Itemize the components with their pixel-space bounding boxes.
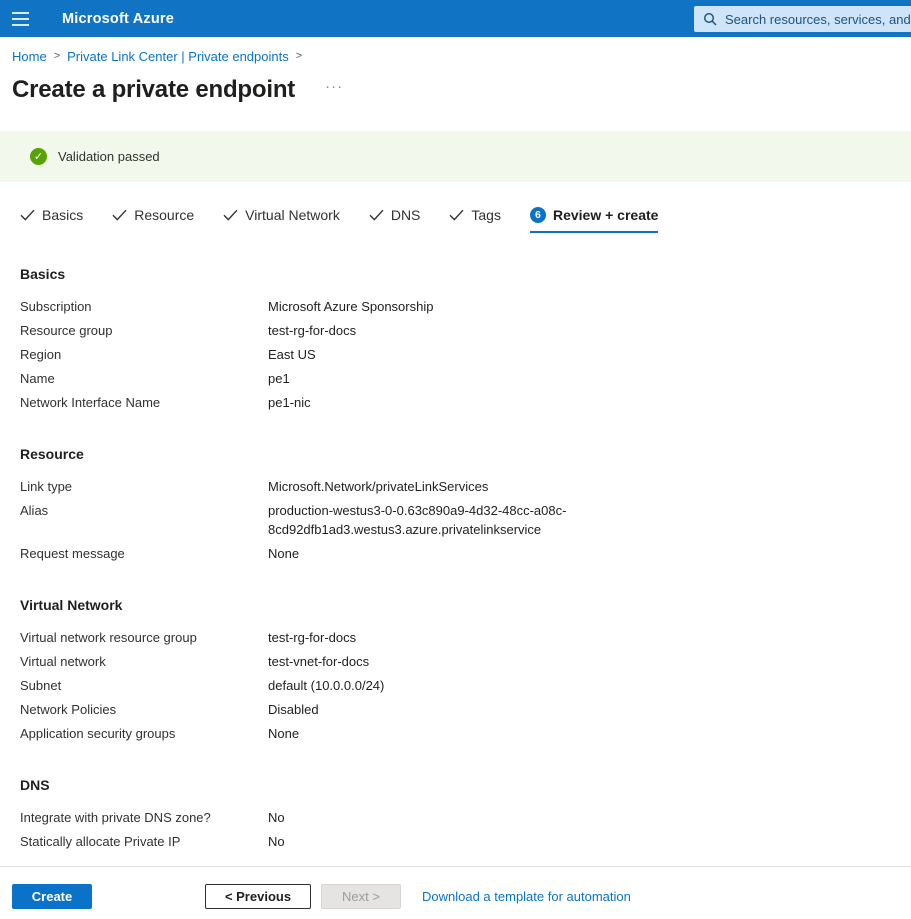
kv-row: Application security groups None: [20, 724, 911, 743]
kv-row: Subscription Microsoft Azure Sponsorship: [20, 297, 911, 316]
breadcrumb-home-link[interactable]: Home: [12, 49, 47, 64]
review-content: Basics Subscription Microsoft Azure Spon…: [20, 266, 911, 851]
row-value: East US: [268, 345, 316, 364]
previous-button[interactable]: < Previous: [205, 884, 311, 909]
tab-label: DNS: [391, 207, 421, 223]
validation-banner: ✓ Validation passed: [0, 131, 911, 182]
row-value: test-rg-for-docs: [268, 321, 356, 340]
row-label: Request message: [20, 544, 268, 563]
row-value: None: [268, 724, 299, 743]
tab-basics[interactable]: Basics: [20, 207, 83, 233]
kv-row: Name pe1: [20, 369, 911, 388]
tab-label: Resource: [134, 207, 194, 223]
tab-virtual-network[interactable]: Virtual Network: [223, 207, 340, 233]
row-value: test-rg-for-docs: [268, 628, 356, 647]
row-value: pe1-nic: [268, 393, 311, 412]
section-title: DNS: [20, 777, 911, 793]
section-virtual-network: Virtual Network Virtual network resource…: [20, 597, 911, 743]
section-title: Basics: [20, 266, 911, 282]
download-template-link[interactable]: Download a template for automation: [422, 889, 631, 904]
tab-tags[interactable]: Tags: [449, 207, 501, 233]
section-dns: DNS Integrate with private DNS zone? No …: [20, 777, 911, 851]
create-button[interactable]: Create: [12, 884, 92, 909]
breadcrumb: Home > Private Link Center | Private end…: [12, 49, 911, 64]
row-value: test-vnet-for-docs: [268, 652, 369, 671]
kv-row: Statically allocate Private IP No: [20, 832, 911, 851]
row-value: Microsoft.Network/privateLinkServices: [268, 477, 488, 496]
row-label: Resource group: [20, 321, 268, 340]
row-value: default (10.0.0.0/24): [268, 676, 384, 695]
tab-label: Tags: [471, 207, 501, 223]
next-button[interactable]: Next >: [321, 884, 401, 909]
row-label: Virtual network: [20, 652, 268, 671]
title-row: Create a private endpoint ···: [12, 76, 911, 104]
row-value: None: [268, 544, 299, 563]
footer-action-bar: Create < Previous Next > Download a temp…: [0, 866, 911, 909]
kv-row: Alias production-westus3-0-0.63c890a9-4d…: [20, 501, 911, 539]
kv-row: Network Interface Name pe1-nic: [20, 393, 911, 412]
tab-label: Basics: [42, 207, 83, 223]
row-label: Link type: [20, 477, 268, 496]
page-title: Create a private endpoint: [12, 76, 295, 104]
check-icon: [112, 209, 127, 221]
row-label: Region: [20, 345, 268, 364]
row-label: Network Policies: [20, 700, 268, 719]
row-label: Statically allocate Private IP: [20, 832, 268, 851]
kv-row: Network Policies Disabled: [20, 700, 911, 719]
tab-label: Virtual Network: [245, 207, 340, 223]
row-value: Disabled: [268, 700, 319, 719]
success-check-icon: ✓: [30, 148, 47, 165]
tab-review-create[interactable]: 6 Review + create: [530, 207, 658, 233]
kv-row: Request message None: [20, 544, 911, 563]
kv-row: Virtual network test-vnet-for-docs: [20, 652, 911, 671]
row-label: Subscription: [20, 297, 268, 316]
brand-title: Microsoft Azure: [62, 11, 174, 27]
global-search[interactable]: [694, 6, 911, 32]
row-label: Alias: [20, 501, 268, 539]
validation-message: Validation passed: [58, 149, 160, 164]
row-label: Virtual network resource group: [20, 628, 268, 647]
section-resource: Resource Link type Microsoft.Network/pri…: [20, 446, 911, 563]
breadcrumb-private-link-center-link[interactable]: Private Link Center | Private endpoints: [67, 49, 289, 64]
tab-bar: Basics Resource Virtual Network DNS Tags…: [20, 207, 911, 233]
step-number-badge: 6: [530, 207, 546, 223]
row-value: pe1: [268, 369, 290, 388]
tab-label: Review + create: [553, 207, 658, 223]
chevron-right-icon: >: [296, 50, 302, 62]
kv-row: Link type Microsoft.Network/privateLinkS…: [20, 477, 911, 496]
top-bar: Microsoft Azure: [0, 0, 911, 37]
section-title: Virtual Network: [20, 597, 911, 613]
check-icon: [20, 209, 35, 221]
row-value: No: [268, 808, 285, 827]
row-label: Network Interface Name: [20, 393, 268, 412]
search-icon: [703, 12, 717, 26]
check-icon: [223, 209, 238, 221]
more-options-icon[interactable]: ···: [325, 82, 343, 92]
row-label: Integrate with private DNS zone?: [20, 808, 268, 827]
section-basics: Basics Subscription Microsoft Azure Spon…: [20, 266, 911, 412]
kv-row: Subnet default (10.0.0.0/24): [20, 676, 911, 695]
check-icon: [369, 209, 384, 221]
row-value: Microsoft Azure Sponsorship: [268, 297, 433, 316]
row-label: Application security groups: [20, 724, 268, 743]
tab-resource[interactable]: Resource: [112, 207, 194, 233]
row-label: Subnet: [20, 676, 268, 695]
kv-row: Integrate with private DNS zone? No: [20, 808, 911, 827]
tab-dns[interactable]: DNS: [369, 207, 421, 233]
row-label: Name: [20, 369, 268, 388]
kv-row: Region East US: [20, 345, 911, 364]
check-icon: [449, 209, 464, 221]
row-value: production-westus3-0-0.63c890a9-4d32-48c…: [268, 501, 570, 539]
hamburger-menu-icon[interactable]: [0, 0, 40, 37]
search-input[interactable]: [725, 12, 911, 27]
section-title: Resource: [20, 446, 911, 462]
kv-row: Resource group test-rg-for-docs: [20, 321, 911, 340]
chevron-right-icon: >: [54, 50, 60, 62]
kv-row: Virtual network resource group test-rg-f…: [20, 628, 911, 647]
row-value: No: [268, 832, 285, 851]
